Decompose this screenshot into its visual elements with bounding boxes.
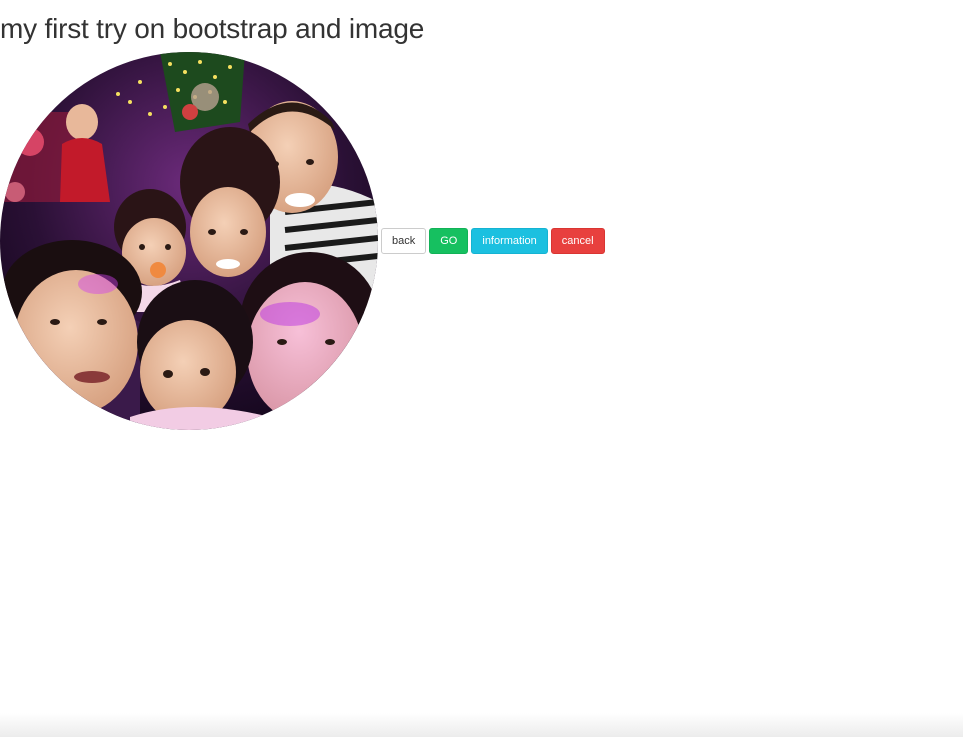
information-button[interactable]: information: [471, 228, 548, 254]
page-title: my first try on bootstrap and image: [0, 13, 425, 44]
window-bottom-edge: [0, 713, 963, 737]
content-row: back GO information cancel: [0, 52, 605, 430]
go-button[interactable]: GO: [429, 228, 469, 254]
button-group: back GO information cancel: [381, 228, 605, 254]
family-photo: [0, 52, 378, 430]
cancel-button[interactable]: cancel: [550, 228, 605, 254]
back-button[interactable]: back: [381, 228, 427, 254]
